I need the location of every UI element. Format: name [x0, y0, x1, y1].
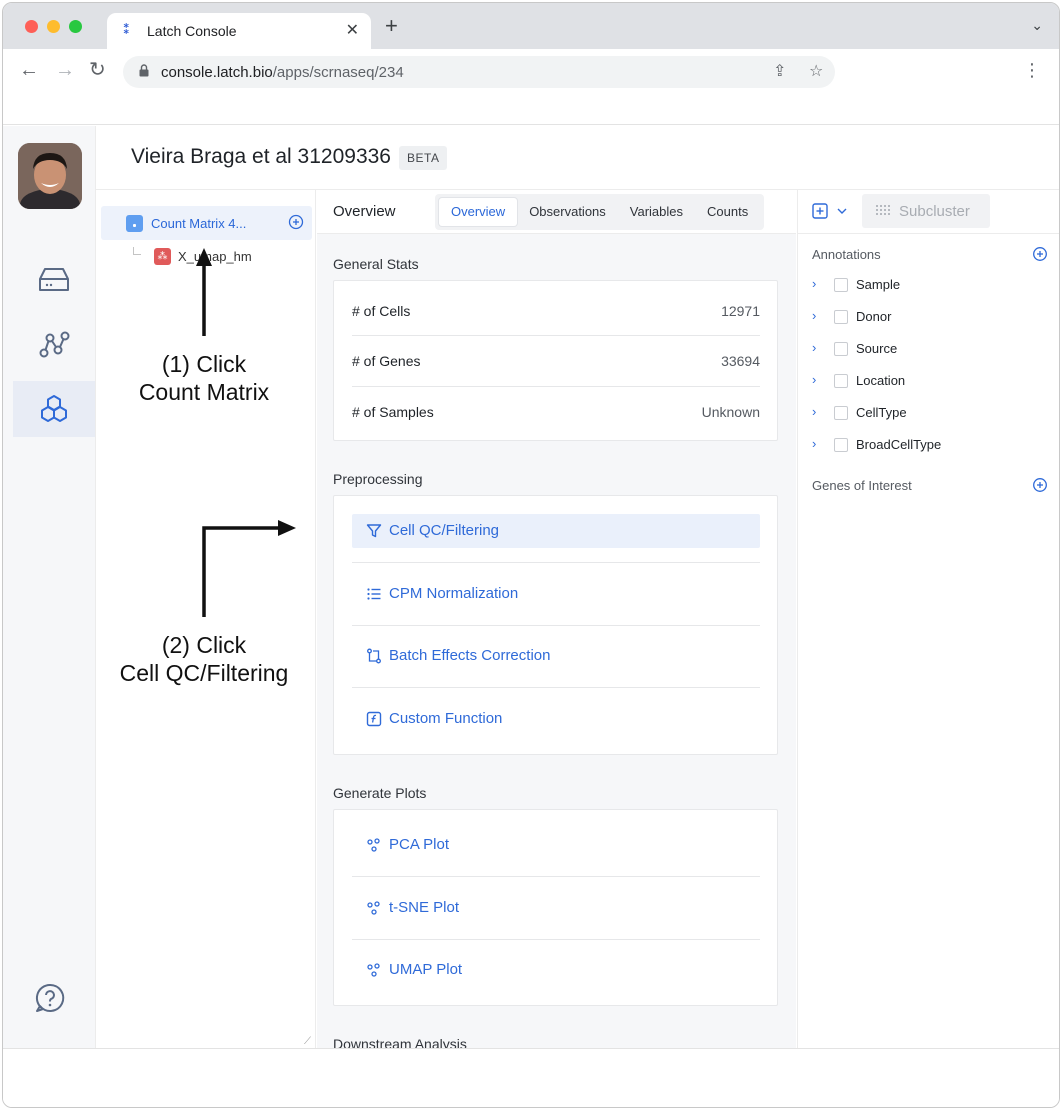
arrowhead-right-icon	[278, 520, 296, 536]
step2-line2: Cell QC/Filtering	[119, 660, 289, 686]
step2-callout: (2) Click Cell QC/Filtering	[94, 631, 314, 687]
step1-line2: Count Matrix	[138, 379, 270, 405]
arrow-right-line	[202, 526, 280, 617]
arrowhead-up-icon	[196, 248, 212, 266]
step1-callout: (1) Click Count Matrix	[104, 350, 304, 406]
step2-line1: (2) Click	[161, 632, 247, 658]
instruction-arrows	[196, 248, 296, 617]
step1-line1: (1) Click	[161, 351, 247, 377]
